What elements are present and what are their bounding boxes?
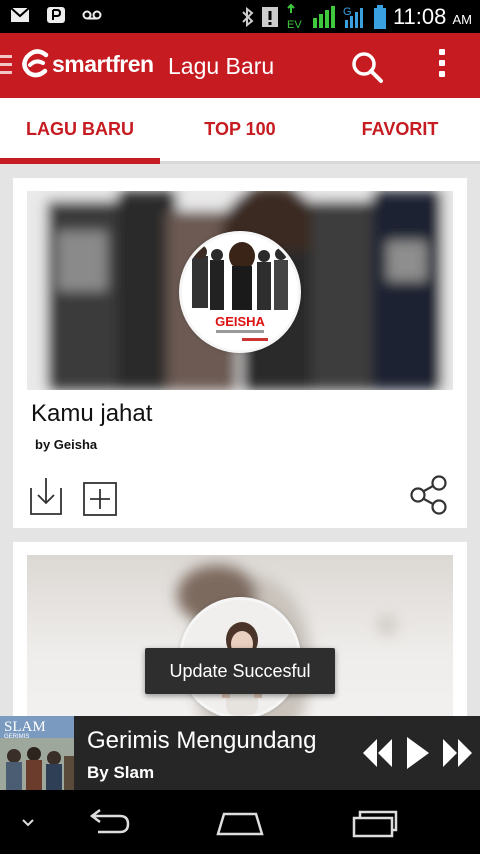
download-icon[interactable] xyxy=(29,478,63,516)
pocket-icon xyxy=(47,7,65,23)
toast-message: Update Succesful xyxy=(145,648,335,694)
clock: 11:08 AM xyxy=(393,4,472,30)
gmail-icon xyxy=(10,7,30,22)
signal-g-icon: G xyxy=(343,6,363,28)
song-card[interactable] xyxy=(13,542,467,742)
now-playing-title: Gerimis Mengundang xyxy=(87,727,317,754)
hide-keyboard-icon[interactable] xyxy=(20,808,36,838)
next-track-icon[interactable] xyxy=(441,736,475,770)
smartfren-logo-mark xyxy=(22,49,49,78)
tab-indicator xyxy=(0,158,160,164)
geisha-cover-art: GEISHA xyxy=(182,234,298,350)
network-label: EV xyxy=(287,19,302,31)
now-playing-album-art: SLAM GERIMIS xyxy=(0,716,74,790)
cover-text: GEISHA xyxy=(215,314,265,329)
clock-ampm: AM xyxy=(452,12,473,27)
tab-bar: LAGU BARU TOP 100 FAVORIT xyxy=(0,98,480,164)
back-icon[interactable] xyxy=(84,808,132,838)
drawer-menu-icon[interactable] xyxy=(0,55,12,75)
song-card[interactable]: GEISHA Kamu jahat by Geisha xyxy=(13,178,467,528)
smartfren-logo: smartfren xyxy=(22,49,154,79)
app-bar: smartfren Lagu Baru xyxy=(0,33,480,98)
album-cover: GEISHA xyxy=(179,231,301,353)
song-artist: by Geisha xyxy=(35,437,98,452)
logo-text: smartfren xyxy=(52,50,154,77)
play-icon[interactable] xyxy=(405,736,431,770)
tab-top-100[interactable]: TOP 100 xyxy=(160,98,320,161)
status-bar: EV G 11:08 AM xyxy=(0,0,480,33)
recent-apps-icon[interactable] xyxy=(348,808,400,838)
data-arrows-icon: EV xyxy=(287,3,302,31)
alert-icon xyxy=(261,7,278,27)
search-icon[interactable] xyxy=(350,50,384,84)
share-icon[interactable] xyxy=(409,474,449,516)
clock-time: 11:08 xyxy=(392,4,447,29)
tab-favorit[interactable]: FAVORIT xyxy=(320,98,480,161)
song-title: Kamu jahat xyxy=(31,400,153,427)
home-icon[interactable] xyxy=(214,808,266,838)
overflow-menu-icon[interactable] xyxy=(435,49,449,83)
tab-lagu-baru[interactable]: LAGU BARU xyxy=(0,98,160,161)
now-playing-artist: By Slam xyxy=(87,763,155,782)
slam-cover-art: SLAM GERIMIS xyxy=(0,716,74,790)
battery-icon xyxy=(373,5,386,29)
song-banner-image xyxy=(27,555,453,735)
previous-track-icon[interactable] xyxy=(360,736,394,770)
bluetooth-icon xyxy=(242,6,254,28)
song-banner-image: GEISHA xyxy=(27,191,453,390)
art-text: SLAM xyxy=(4,719,46,735)
now-playing-bar[interactable]: SLAM GERIMIS Gerimis Mengundang By Slam xyxy=(0,716,480,790)
signal-icon xyxy=(312,6,335,28)
system-nav-bar xyxy=(0,790,480,854)
voicemail-icon xyxy=(82,10,102,20)
art-subtext: GERIMIS xyxy=(4,734,29,740)
page-title: Lagu Baru xyxy=(168,53,275,79)
add-to-playlist-icon[interactable] xyxy=(83,482,117,516)
